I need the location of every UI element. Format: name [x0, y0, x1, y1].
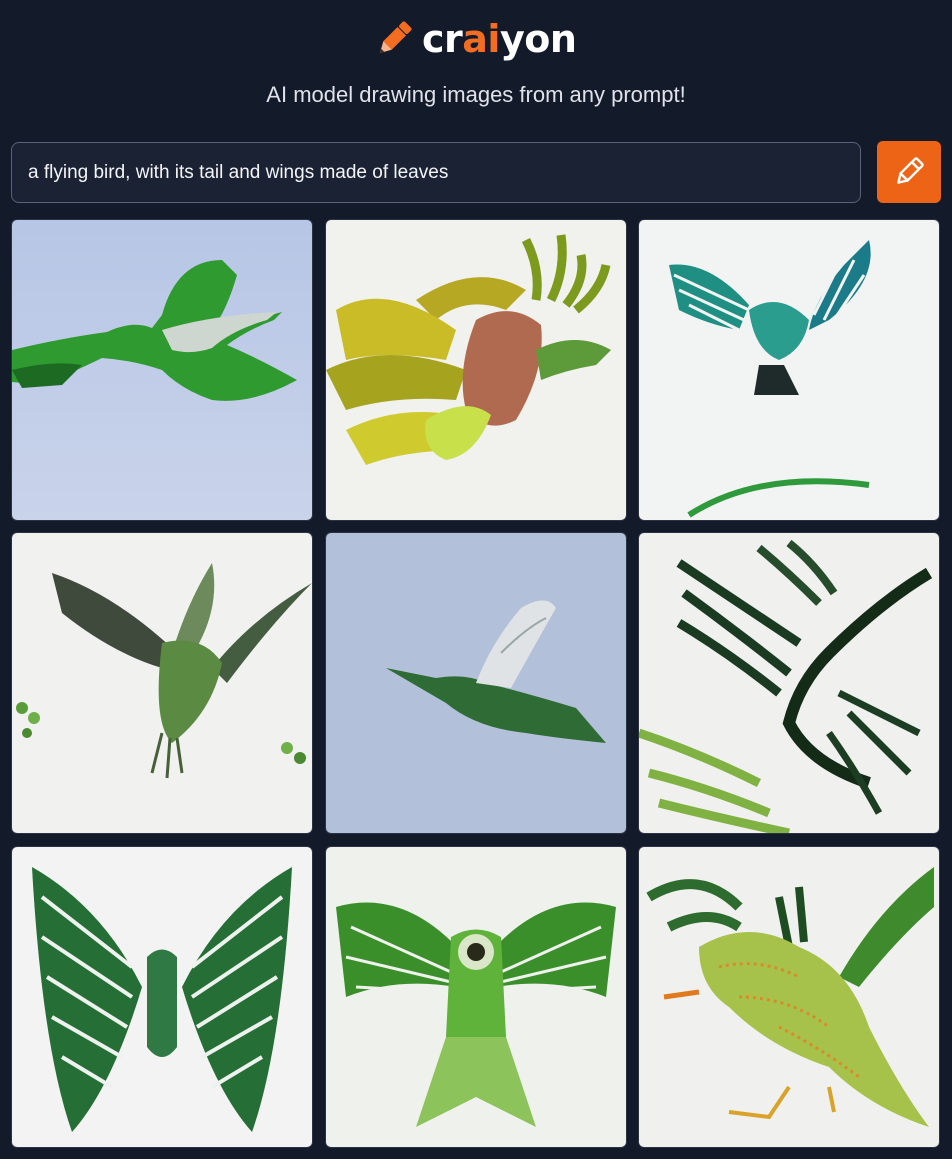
result-image-4[interactable]: [11, 532, 313, 834]
draw-button[interactable]: [877, 141, 941, 203]
result-image-5[interactable]: [325, 532, 627, 834]
logo-wordmark: craiyon: [422, 17, 577, 61]
craiyon-logo[interactable]: craiyon: [372, 14, 577, 64]
generated-image: [326, 533, 626, 833]
generated-image: [639, 847, 939, 1147]
result-image-1[interactable]: [11, 219, 313, 521]
generated-image: [12, 533, 312, 833]
result-image-8[interactable]: [325, 846, 627, 1148]
result-image-6[interactable]: [638, 532, 940, 834]
result-image-7[interactable]: [11, 846, 313, 1148]
result-image-2[interactable]: [325, 219, 627, 521]
prompt-input[interactable]: [11, 142, 861, 203]
generated-image: [326, 220, 626, 520]
generated-image: [639, 220, 939, 520]
pencil-icon: [897, 157, 924, 184]
tagline: AI model drawing images from any prompt!: [266, 82, 686, 107]
generated-image: [639, 533, 939, 833]
result-image-9[interactable]: [638, 846, 940, 1148]
generated-image: [12, 220, 312, 520]
result-image-3[interactable]: [638, 219, 940, 521]
generated-image: [326, 847, 626, 1147]
pencil-logo-icon: [379, 21, 412, 54]
generated-image: [12, 847, 312, 1147]
